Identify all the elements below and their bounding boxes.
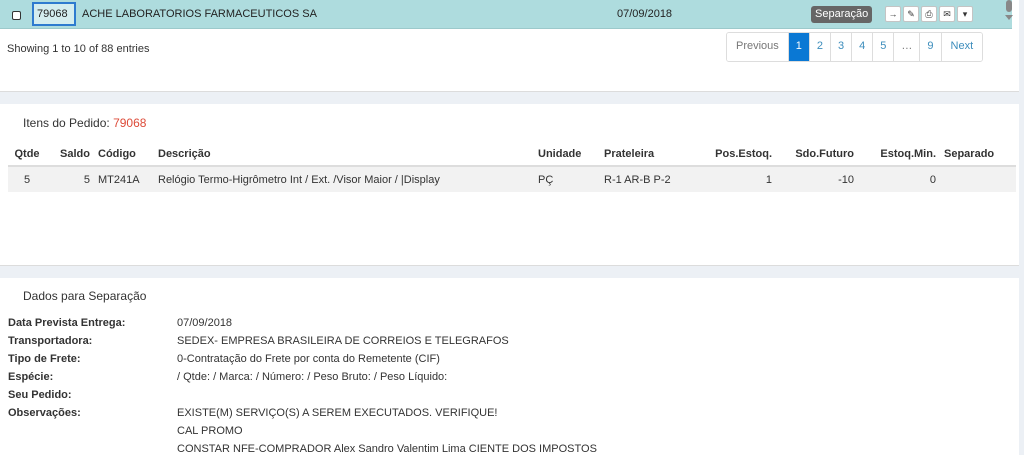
cell-saldo: 5 (46, 166, 94, 192)
field-label: Transportadora: (8, 335, 93, 347)
col-codigo[interactable]: Código (94, 142, 154, 167)
cell-estoq-min: 0 (858, 166, 940, 192)
separation-panel-title: Dados para Separação (23, 289, 147, 303)
table-row[interactable]: 5 5 MT241A Relógio Termo-Higrômetro Int … (8, 166, 1016, 192)
field-value: 0-Contratação do Frete por conta do Reme… (177, 353, 440, 365)
cell-separado (940, 166, 1016, 192)
cell-prateleira: R-1 AR-B P-2 (600, 166, 704, 192)
pagination-ellipsis: … (893, 33, 920, 61)
items-order-number: 79068 (113, 116, 147, 130)
row-actions: → ✎ ⎙ ✉ ▾ (885, 6, 973, 22)
order-items-panel: Itens do Pedido: 79068 Qtde Saldo Código… (0, 104, 1019, 266)
field-value: EXISTE(M) SERVIÇO(S) A SEREM EXECUTADOS.… (177, 407, 498, 419)
pagination-page-5[interactable]: 5 (872, 33, 894, 61)
row-checkbox[interactable] (12, 11, 21, 20)
envelope-icon[interactable]: ✉ (939, 6, 955, 22)
order-id-cell[interactable]: 79068 (32, 2, 76, 26)
entries-info: Showing 1 to 10 of 88 entries (7, 43, 150, 55)
field-value: CONSTAR NFE-COMPRADOR Alex Sandro Valent… (177, 443, 597, 455)
field-label: Seu Pedido: (8, 389, 72, 401)
print-icon[interactable]: ⎙ (921, 6, 937, 22)
col-estoq-min[interactable]: Estoq.Min. (858, 142, 940, 167)
arrow-right-icon[interactable]: → (885, 6, 901, 22)
field-value: / Qtde: / Marca: / Número: / Peso Bruto:… (177, 371, 448, 383)
field-value: SEDEX- EMPRESA BRASILEIRA DE CORREIOS E … (177, 335, 509, 347)
col-sdo-futuro[interactable]: Sdo.Futuro (776, 142, 858, 167)
col-prateleira[interactable]: Prateleira (600, 142, 704, 167)
items-table-header: Qtde Saldo Código Descrição Unidade Prat… (8, 142, 1016, 167)
orders-list-panel: 79068 ACHE LABORATORIOS FARMACEUTICOS SA… (0, 0, 1019, 92)
cell-sdo-futuro: -10 (776, 166, 858, 192)
order-row-selected[interactable]: 79068 ACHE LABORATORIOS FARMACEUTICOS SA… (0, 0, 1015, 29)
pagination: Previous 1 2 3 4 5 … 9 Next (726, 32, 984, 62)
client-name: ACHE LABORATORIOS FARMACEUTICOS SA (82, 8, 317, 20)
pagination-page-1[interactable]: 1 (787, 33, 809, 61)
cell-descricao: Relógio Termo-Higrômetro Int / Ext. /Vis… (154, 166, 534, 192)
field-label: Observações: (8, 407, 81, 419)
field-value: 07/09/2018 (177, 317, 233, 329)
pagination-next[interactable]: Next (940, 33, 983, 61)
pagination-page-4[interactable]: 4 (851, 33, 873, 61)
cell-qtde: 5 (8, 166, 46, 192)
col-saldo[interactable]: Saldo (46, 142, 94, 167)
scrollbar-thumb[interactable] (1006, 0, 1012, 12)
col-qtde[interactable]: Qtde (8, 142, 46, 167)
cell-unidade: PÇ (534, 166, 600, 192)
pagination-page-9[interactable]: 9 (919, 33, 941, 61)
scroll-down-icon[interactable] (1005, 15, 1013, 20)
field-label: Espécie: (8, 371, 54, 383)
cell-pos-estoq: 1 (704, 166, 776, 192)
pagination-page-3[interactable]: 3 (830, 33, 852, 61)
cell-codigo: MT241A (94, 166, 154, 192)
status-badge: Separação (811, 6, 873, 23)
col-pos-estoq[interactable]: Pos.Estoq. (704, 142, 776, 167)
col-separado[interactable]: Separado (940, 142, 1016, 167)
caret-down-icon[interactable]: ▾ (957, 6, 973, 22)
pagination-previous[interactable]: Previous (727, 33, 788, 61)
items-title-label: Itens do Pedido: (23, 116, 110, 130)
pagination-page-2[interactable]: 2 (808, 33, 831, 61)
field-label: Tipo de Frete: (8, 353, 81, 365)
items-panel-title: Itens do Pedido: 79068 (23, 116, 146, 130)
edit-icon[interactable]: ✎ (903, 6, 919, 22)
col-descricao[interactable]: Descrição (154, 142, 534, 167)
field-label: Data Prevista Entrega: (8, 317, 126, 329)
order-date: 07/09/2018 (617, 8, 673, 20)
col-unidade[interactable]: Unidade (534, 142, 600, 167)
scrollbar[interactable] (1003, 0, 1015, 28)
field-value: CAL PROMO (177, 425, 243, 437)
separation-panel: Dados para Separação Data Prevista Entre… (0, 278, 1019, 455)
items-table: Qtde Saldo Código Descrição Unidade Prat… (8, 142, 1016, 192)
